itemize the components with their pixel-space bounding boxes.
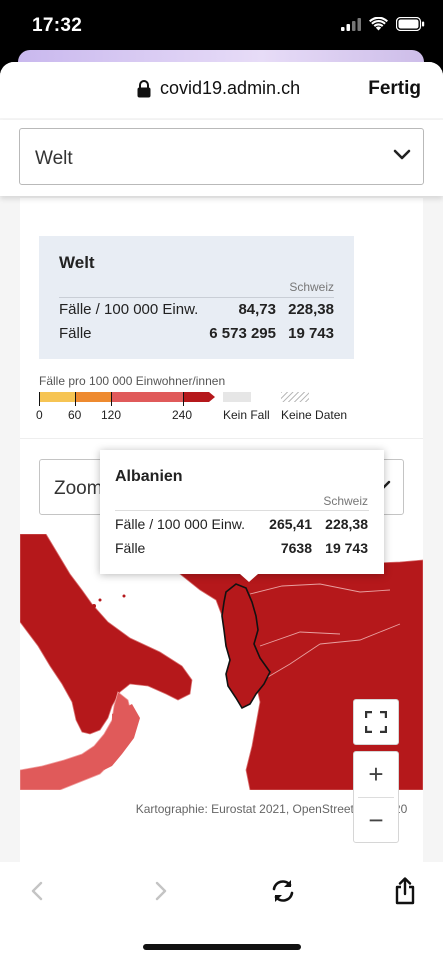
lock-icon (137, 79, 151, 97)
chevron-down-icon (393, 149, 411, 160)
tooltip-row-value: 7638 (280, 540, 312, 556)
map-tooltip: Albanien Schweiz Fälle / 100 000 Einw. 2… (100, 450, 384, 582)
tooltip-row-label: Fälle (115, 540, 146, 556)
summary-row-label: Fälle (59, 325, 92, 342)
battery-icon (396, 17, 425, 31)
legend-tick-label: 0 (36, 408, 43, 422)
forward-button[interactable] (146, 876, 176, 906)
url-display[interactable]: covid19.admin.ch (137, 78, 300, 99)
legend-no-data-swatch (281, 392, 309, 402)
zoom-out-button[interactable]: − (354, 798, 398, 843)
screen: 17:32 covid19.admin.ch Fertig Welt Welt … (0, 0, 443, 960)
legend-tick (111, 392, 112, 406)
zoom-in-button[interactable]: + (354, 752, 398, 797)
tooltip-row-compare: 19 743 (325, 540, 368, 556)
legend-segment (111, 392, 183, 402)
share-button[interactable] (390, 876, 420, 906)
status-time: 17:32 (32, 15, 83, 36)
map-island (122, 594, 126, 598)
legend-title: Fälle pro 100 000 Einwohner/innen (39, 374, 226, 388)
legend-no-data-label: Keine Daten (281, 408, 348, 422)
home-indicator (143, 944, 301, 950)
reload-icon (272, 880, 294, 902)
legend-no-case-label: Kein Fall (223, 408, 270, 422)
legend-segment (39, 392, 75, 402)
legend-tick (39, 392, 40, 406)
legend-tick (75, 392, 76, 406)
signal-icon (341, 17, 361, 31)
summary-row-compare: 19 743 (288, 325, 334, 342)
legend-segment (75, 392, 111, 402)
tooltip-row-compare: 228,38 (325, 516, 368, 532)
chevron-right-icon (155, 881, 167, 901)
browser-header: covid19.admin.ch Fertig (0, 62, 443, 118)
done-button[interactable]: Fertig (368, 78, 421, 100)
summary-row-value: 6 573 295 (209, 325, 276, 342)
legend-tick-label: 60 (68, 408, 82, 422)
map-island (98, 598, 102, 602)
wifi-icon (369, 17, 388, 31)
summary-box: Welt Schweiz Fälle / 100 000 Einw. 84,73… (39, 236, 354, 359)
divider (20, 438, 423, 439)
summary-row-value: 84,73 (238, 301, 276, 318)
url-text: covid19.admin.ch (160, 78, 301, 98)
reload-button[interactable] (268, 876, 298, 906)
legend-tick-label: 120 (101, 408, 122, 422)
status-icons (341, 17, 425, 31)
tooltip-title: Albanien (115, 468, 183, 485)
summary-compare-header: Schweiz (289, 280, 334, 294)
legend-no-case-swatch (223, 392, 251, 402)
region-select-bar: Welt (0, 120, 443, 196)
tooltip-compare-header: Schweiz (323, 494, 368, 508)
tooltip-row-value: 265,41 (269, 516, 312, 532)
browser-sheet: covid19.admin.ch Fertig Welt Welt Schwei… (0, 62, 443, 960)
tooltip-row-label: Fälle / 100 000 Einw. (115, 516, 245, 532)
chevron-left-icon (31, 881, 43, 901)
legend-tick-label: 240 (172, 408, 193, 422)
region-select[interactable]: Welt (19, 128, 424, 185)
summary-row-compare: 228,38 (288, 301, 334, 318)
summary-title: Welt (59, 253, 95, 272)
map-island (48, 602, 52, 606)
map-island (92, 604, 96, 608)
legend-tick (183, 392, 184, 406)
web-content: Welt Welt Schweiz Fälle / 100 000 Einw. … (0, 118, 443, 862)
share-icon (395, 877, 415, 905)
summary-row-label: Fälle / 100 000 Einw. (59, 301, 199, 318)
region-select-value: Welt (35, 148, 73, 169)
fullscreen-button[interactable] (353, 699, 399, 745)
legend-color-scale (39, 392, 215, 402)
divider (59, 297, 334, 298)
divider (115, 510, 369, 511)
fullscreen-icon (365, 711, 387, 733)
status-bar: 17:32 (0, 0, 443, 52)
zoom-select-value: Zoom (54, 478, 103, 499)
zoom-controls: + − (353, 751, 399, 843)
legend-segment (183, 392, 215, 402)
back-button[interactable] (22, 876, 52, 906)
